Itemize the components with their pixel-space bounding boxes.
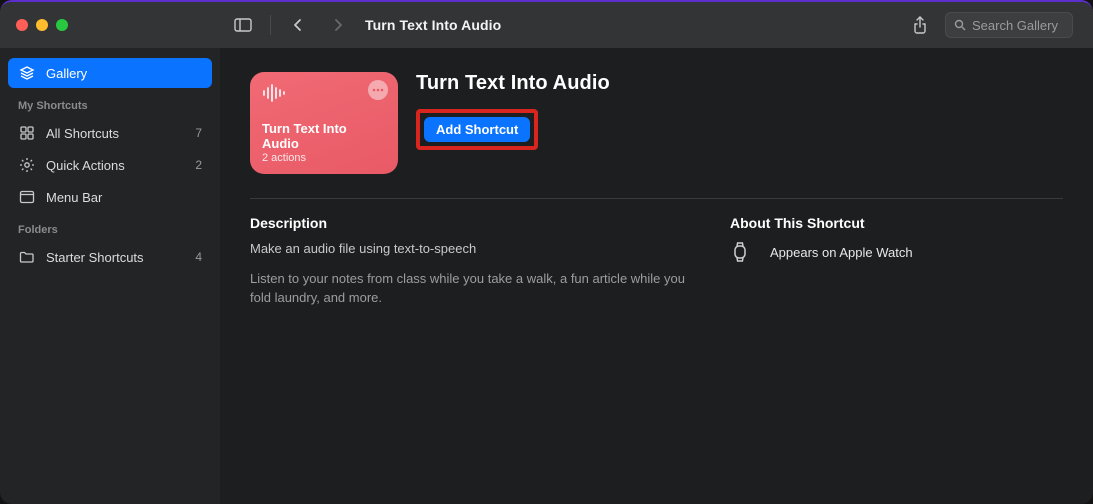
sidebar-item-label: Starter Shortcuts — [46, 250, 144, 265]
add-shortcut-highlight: Add Shortcut — [416, 109, 538, 150]
description-body: Listen to your notes from class while yo… — [250, 270, 690, 308]
grid-icon — [18, 124, 36, 142]
toggle-sidebar-button[interactable] — [230, 13, 256, 37]
add-shortcut-button[interactable]: Add Shortcut — [424, 117, 530, 142]
nav-back-button[interactable] — [285, 13, 311, 37]
sidebar-section-folders: Folders — [8, 214, 212, 240]
gear-icon — [18, 156, 36, 174]
sidebar-item-quick-actions[interactable]: Quick Actions 2 — [8, 150, 212, 180]
sidebar-item-label: Gallery — [46, 66, 87, 81]
about-watch-text: Appears on Apple Watch — [770, 245, 913, 260]
main-content: Turn Text Into Audio 2 actions Turn Text… — [220, 48, 1093, 504]
sidebar: Gallery My Shortcuts All Shortcuts 7 Qui… — [0, 48, 220, 504]
sidebar-item-label: Quick Actions — [46, 158, 125, 173]
search-icon — [954, 19, 966, 31]
page-title: Turn Text Into Audio — [365, 17, 501, 33]
sidebar-item-count: 7 — [195, 126, 202, 140]
sidebar-item-starter-shortcuts[interactable]: Starter Shortcuts 4 — [8, 242, 212, 272]
toolbar-divider — [270, 15, 271, 35]
shortcut-card[interactable]: Turn Text Into Audio 2 actions — [250, 72, 398, 174]
body: Gallery My Shortcuts All Shortcuts 7 Qui… — [0, 48, 1093, 504]
titlebar: Turn Text Into Audio Search Gallery — [0, 2, 1093, 48]
nav-forward-button[interactable] — [325, 13, 351, 37]
about-section: About This Shortcut Appears on Apple Wat… — [730, 215, 1063, 308]
share-button[interactable] — [907, 13, 933, 37]
sidebar-section-my-shortcuts: My Shortcuts — [8, 90, 212, 116]
hero-text: Turn Text Into Audio Add Shortcut — [416, 72, 610, 150]
card-more-button[interactable] — [368, 80, 388, 100]
sidebar-item-menu-bar[interactable]: Menu Bar — [8, 182, 212, 212]
gallery-icon — [18, 64, 36, 82]
section-divider — [250, 198, 1063, 199]
close-window-button[interactable] — [16, 19, 28, 31]
card-title: Turn Text Into Audio — [262, 121, 386, 151]
sidebar-item-label: All Shortcuts — [46, 126, 119, 141]
app-window: Turn Text Into Audio Search Gallery — [0, 0, 1093, 504]
window-controls — [0, 19, 220, 31]
details: Description Make an audio file using tex… — [250, 215, 1063, 308]
folder-icon — [18, 248, 36, 266]
search-placeholder: Search Gallery — [972, 18, 1058, 33]
description-heading: Description — [250, 215, 690, 231]
sidebar-item-count: 4 — [195, 250, 202, 264]
sidebar-item-gallery[interactable]: Gallery — [8, 58, 212, 88]
search-input[interactable]: Search Gallery — [945, 12, 1073, 38]
minimize-window-button[interactable] — [36, 19, 48, 31]
sidebar-item-all-shortcuts[interactable]: All Shortcuts 7 — [8, 118, 212, 148]
about-heading: About This Shortcut — [730, 215, 1063, 231]
menubar-icon — [18, 188, 36, 206]
apple-watch-icon — [730, 241, 750, 263]
about-row-watch: Appears on Apple Watch — [730, 241, 1063, 263]
hero: Turn Text Into Audio 2 actions Turn Text… — [250, 72, 1063, 174]
sidebar-item-label: Menu Bar — [46, 190, 102, 205]
card-subtitle: 2 actions — [262, 152, 386, 164]
zoom-window-button[interactable] — [56, 19, 68, 31]
shortcut-title: Turn Text Into Audio — [416, 72, 610, 95]
sidebar-item-count: 2 — [195, 158, 202, 172]
description-section: Description Make an audio file using tex… — [250, 215, 690, 308]
ellipsis-icon — [372, 88, 384, 92]
toolbar: Turn Text Into Audio Search Gallery — [220, 12, 1093, 38]
waveform-icon — [262, 82, 288, 104]
description-lead: Make an audio file using text-to-speech — [250, 241, 690, 256]
